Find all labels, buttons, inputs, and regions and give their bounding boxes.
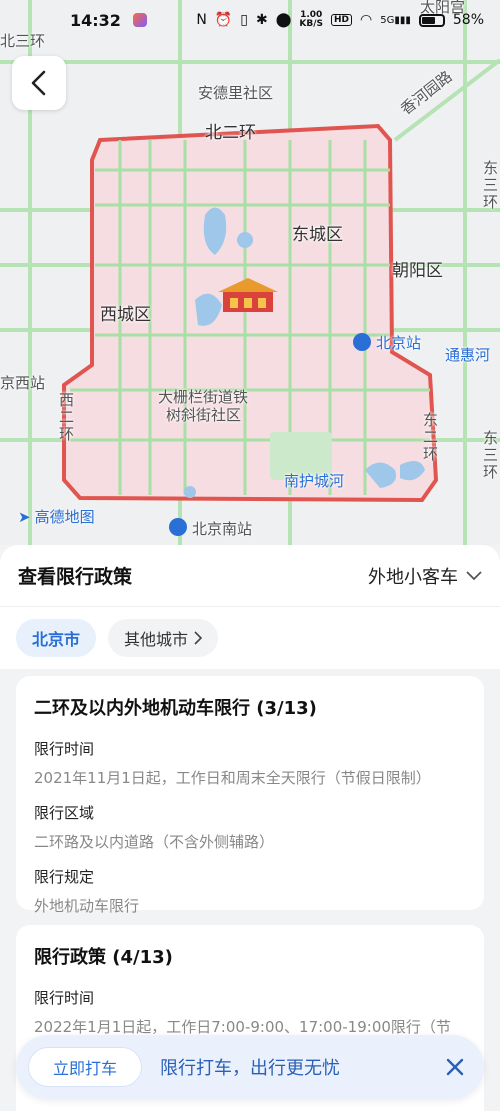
- tab-other-cities[interactable]: 其他城市: [108, 619, 219, 657]
- battery-icon: [418, 13, 445, 27]
- close-icon: [446, 1058, 464, 1076]
- vehicle-type-label: 外地小客车: [368, 566, 458, 588]
- map-label-east-third-ring-lower: 东三环: [481, 430, 499, 481]
- rule-value: 外地机动车限行: [34, 897, 140, 915]
- map-label-xicheng: 西城区: [100, 305, 151, 325]
- map-label-shuxie: 树斜街社区: [166, 406, 242, 424]
- chevron-left-icon: [31, 70, 46, 96]
- hail-taxi-button[interactable]: 立即打车: [28, 1047, 143, 1087]
- chevron-down-icon: [466, 570, 482, 580]
- map-label-south-moat: 南护城河: [284, 472, 345, 490]
- battery-percent: 58%: [452, 12, 484, 28]
- card-title: 限行政策 (4/13): [34, 947, 173, 968]
- sheet-header: 查看限行政策 外地小客车: [0, 545, 500, 607]
- status-time: 14:32: [70, 10, 121, 30]
- rule-label: 限行规定: [34, 868, 95, 886]
- vehicle-type-select[interactable]: 外地小客车: [368, 563, 482, 589]
- vibrate-icon: ▯: [240, 12, 248, 28]
- map-label-anding: 安德里社区: [198, 84, 274, 102]
- map-view[interactable]: 安德里社区 北二环 东城区 西城区 朝阳区 北京站 大栅栏街道铁 树斜街社区 西…: [0, 0, 500, 545]
- map-label-beijing-south: 北京南站: [192, 520, 253, 538]
- area-value: 二环路及以内道路（不含外侧辅路）: [34, 833, 275, 851]
- time-label: 限行时间: [34, 989, 95, 1007]
- nfc-icon: N: [196, 12, 207, 28]
- map-label-north-second-ring: 北二环: [205, 123, 256, 143]
- map-label-east-third-ring: 东三环: [481, 160, 499, 211]
- location-icon: ⬤: [275, 12, 292, 28]
- map-label-chaoyang: 朝阳区: [392, 261, 443, 281]
- area-label: 限行区域: [34, 804, 95, 822]
- taxi-banner: 立即打车 限行打车，出行更无忧: [16, 1035, 484, 1099]
- alarm-icon: ⏰: [214, 12, 233, 28]
- time-value: 2021年11月1日起，工作日和周末全天限行（节假日限制）: [34, 769, 431, 787]
- status-icons: N ⏰ ▯ ✱ ⬤ 1.00 KB/S HD ◠ 5G▮▮▮ 58%: [196, 11, 484, 29]
- tab-beijing[interactable]: 北京市: [16, 619, 97, 657]
- signal-icon: 5G▮▮▮: [380, 14, 411, 26]
- app-notification-icon: [132, 13, 147, 27]
- bluetooth-icon: ✱: [255, 12, 268, 28]
- time-label: 限行时间: [34, 740, 95, 758]
- back-button[interactable]: [12, 56, 66, 110]
- close-banner-button[interactable]: [438, 1050, 472, 1084]
- map-label-west-station: 京西站: [0, 374, 46, 392]
- chevron-right-icon: [194, 631, 203, 645]
- gaode-logo: ➤ 高德地图: [18, 507, 95, 527]
- beijing-south-marker: [169, 518, 187, 536]
- map-label-tonghui: 通惠河: [445, 346, 491, 364]
- policy-card-1[interactable]: 二环及以内外地机动车限行 (3/13) 限行时间 2021年11月1日起，工作日…: [16, 676, 484, 915]
- beijing-station-marker: [353, 333, 371, 351]
- taxi-slogan: 限行打车，出行更无忧: [160, 1058, 341, 1079]
- map-label-west-second-ring: 西二环: [57, 392, 75, 443]
- city-tabs: 北京市 其他城市: [0, 607, 500, 669]
- map-label-beijing-station: 北京站: [376, 334, 422, 352]
- map-label-dongcheng: 东城区: [292, 225, 343, 245]
- network-speed: 1.00 KB/S: [299, 10, 323, 29]
- sheet-title: 查看限行政策: [18, 566, 133, 588]
- hd-icon: HD: [331, 14, 353, 26]
- gaode-arrow-icon: ➤: [18, 507, 31, 526]
- wifi-icon: ◠: [360, 12, 373, 28]
- status-bar: 14:32 N ⏰ ▯ ✱ ⬤ 1.00 KB/S HD ◠ 5G▮▮▮ 58%: [0, 0, 500, 40]
- map-label-east-second-ring: 东二环: [421, 412, 439, 463]
- card-title: 二环及以内外地机动车限行 (3/13): [34, 698, 317, 719]
- time-value: 2022年1月1日起，工作日7:00-9:00、17:00-19:00限行（节: [34, 1018, 451, 1036]
